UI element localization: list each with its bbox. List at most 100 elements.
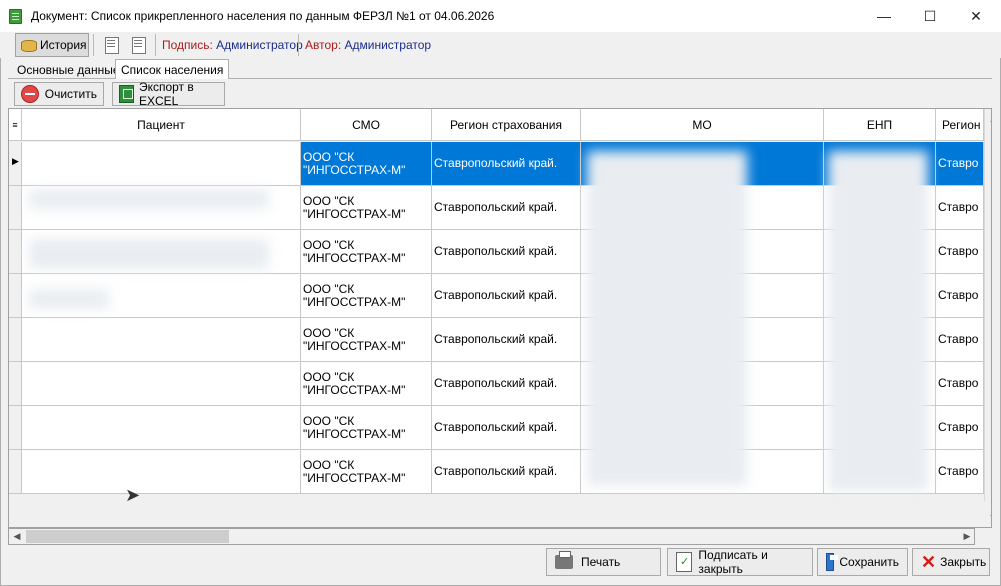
cell-region[interactable]: Ставро xyxy=(936,274,984,318)
row-indicator[interactable] xyxy=(9,318,22,362)
redacted-mo xyxy=(587,151,747,486)
column-header-enp[interactable]: ЕНП xyxy=(824,109,936,141)
cell-region[interactable]: Ставро xyxy=(936,450,984,494)
redacted-patient xyxy=(29,189,269,209)
document-delete-button[interactable] xyxy=(127,33,149,57)
minimize-button[interactable]: — xyxy=(861,0,907,32)
cell-insurance-region[interactable]: Ставропольский край. xyxy=(432,274,581,318)
history-button[interactable]: История xyxy=(15,33,89,57)
close-label: Закрыть xyxy=(940,555,987,569)
clear-label: Очистить xyxy=(44,87,97,101)
cell-region[interactable]: Ставро xyxy=(936,362,984,406)
document-check-icon xyxy=(103,36,119,54)
cell-smo[interactable]: ООО "СК "ИНГОССТРАХ-М" xyxy=(301,274,432,318)
scroll-right-icon[interactable]: ▶ xyxy=(959,529,975,544)
signature-info: Подпись: Администратор xyxy=(162,38,303,52)
tab-main-data[interactable]: Основные данные xyxy=(12,61,125,79)
window-title: Документ: Список прикрепленного населени… xyxy=(31,9,495,23)
cell-smo[interactable]: ООО "СК "ИНГОССТРАХ-М" xyxy=(301,142,432,186)
row-indicator[interactable] xyxy=(9,274,22,318)
toolbar-separator xyxy=(93,34,94,56)
cell-region[interactable]: Ставро xyxy=(936,142,984,186)
row-indicator[interactable]: ▶ xyxy=(9,142,22,186)
scroll-up-icon[interactable]: ▲ xyxy=(985,109,991,129)
row-indicator[interactable] xyxy=(9,362,22,406)
export-excel-button[interactable]: Экспорт в EXCEL xyxy=(112,80,225,108)
print-button[interactable]: Печать xyxy=(546,548,661,576)
column-header-mo[interactable]: МО xyxy=(581,109,824,141)
cell-patient[interactable] xyxy=(22,406,301,450)
cell-smo[interactable]: ООО "СК "ИНГОССТРАХ-М" xyxy=(301,318,432,362)
scroll-left-icon[interactable]: ◀ xyxy=(9,529,25,544)
sign-and-close-button[interactable]: Подписать и закрыть xyxy=(667,548,813,576)
close-window-button[interactable]: ✕ xyxy=(953,0,999,32)
horizontal-scroll-thumb[interactable] xyxy=(26,530,229,543)
toolbar-separator xyxy=(298,34,299,56)
cell-insurance-region[interactable]: Ставропольский край. xyxy=(432,318,581,362)
scroll-down-icon[interactable]: ▼ xyxy=(985,507,991,527)
cell-patient[interactable] xyxy=(22,362,301,406)
database-icon xyxy=(21,38,37,52)
signature-value: Администратор xyxy=(216,38,303,52)
row-indicator[interactable] xyxy=(9,230,22,274)
maximize-button[interactable]: ☐ xyxy=(907,0,953,32)
tab-population-list[interactable]: Список населения xyxy=(115,59,230,79)
close-button[interactable]: ✕ Закрыть xyxy=(912,548,990,576)
redacted-patient xyxy=(29,239,269,269)
author-label: Автор: xyxy=(305,38,342,52)
app-icon xyxy=(9,9,22,24)
toolbar xyxy=(0,32,1001,58)
cell-smo[interactable]: ООО "СК "ИНГОССТРАХ-М" xyxy=(301,186,432,230)
close-icon: ✕ xyxy=(921,551,937,572)
current-row-icon: ▶ xyxy=(12,156,19,166)
horizontal-scrollbar[interactable]: ◀ ▶ xyxy=(8,528,975,545)
document-check-button[interactable] xyxy=(100,33,122,57)
cell-patient[interactable] xyxy=(22,450,301,494)
column-header-region[interactable]: Регион xyxy=(936,109,984,141)
cell-region[interactable]: Ставро xyxy=(936,186,984,230)
cell-insurance-region[interactable]: Ставропольский край. xyxy=(432,186,581,230)
vertical-scrollbar[interactable]: ▲ ▼ xyxy=(984,109,991,522)
printer-icon xyxy=(555,551,573,569)
title-bar: Документ: Список прикрепленного населени… xyxy=(0,0,1001,32)
redacted-enp xyxy=(828,151,928,491)
row-indicator[interactable] xyxy=(9,406,22,450)
save-button[interactable]: Сохранить xyxy=(817,548,908,576)
cell-region[interactable]: Ставро xyxy=(936,406,984,450)
column-header-insurance-region[interactable]: Регион страхования xyxy=(432,109,581,141)
toolbar-separator xyxy=(155,34,156,56)
mouse-cursor-icon: ➤ xyxy=(125,485,141,505)
cell-insurance-region[interactable]: Ставропольский край. xyxy=(432,362,581,406)
cell-insurance-region[interactable]: Ставропольский край. xyxy=(432,406,581,450)
cell-insurance-region[interactable]: Ставропольский край. xyxy=(432,142,581,186)
row-indicator[interactable] xyxy=(9,186,22,230)
column-header-patient[interactable]: Пациент xyxy=(22,109,301,141)
sign-close-label: Подписать и закрыть xyxy=(698,548,768,576)
cell-patient[interactable] xyxy=(22,318,301,362)
cell-smo[interactable]: ООО "СК "ИНГОССТРАХ-М" xyxy=(301,362,432,406)
print-label: Печать xyxy=(581,555,621,569)
cell-smo[interactable]: ООО "СК "ИНГОССТРАХ-М" xyxy=(301,230,432,274)
signature-label: Подпись: xyxy=(162,38,213,52)
redacted-patient xyxy=(29,289,109,309)
stop-icon xyxy=(21,85,39,103)
sign-icon xyxy=(676,552,693,572)
cell-smo[interactable]: ООО "СК "ИНГОССТРАХ-М" xyxy=(301,450,432,494)
cell-insurance-region[interactable]: Ставропольский край. xyxy=(432,450,581,494)
save-label: Сохранить xyxy=(839,555,899,569)
author-info: Автор: Администратор xyxy=(305,38,431,52)
column-header-smo[interactable]: СМО xyxy=(301,109,432,141)
cell-insurance-region[interactable]: Ставропольский край. xyxy=(432,230,581,274)
cell-patient[interactable] xyxy=(22,142,301,186)
document-delete-icon xyxy=(130,36,146,54)
grid-menu-icon[interactable]: ≡ xyxy=(9,109,22,141)
history-label: История xyxy=(40,38,87,52)
cell-region[interactable]: Ставро xyxy=(936,318,984,362)
save-icon xyxy=(826,553,839,571)
population-grid: ≡ Пациент СМО Регион страхования МО ЕНП … xyxy=(8,108,992,528)
cell-smo[interactable]: ООО "СК "ИНГОССТРАХ-М" xyxy=(301,406,432,450)
cell-region[interactable]: Ставро xyxy=(936,230,984,274)
author-value: Администратор xyxy=(344,38,432,52)
row-indicator[interactable] xyxy=(9,450,22,494)
clear-button[interactable]: Очистить xyxy=(14,82,104,106)
